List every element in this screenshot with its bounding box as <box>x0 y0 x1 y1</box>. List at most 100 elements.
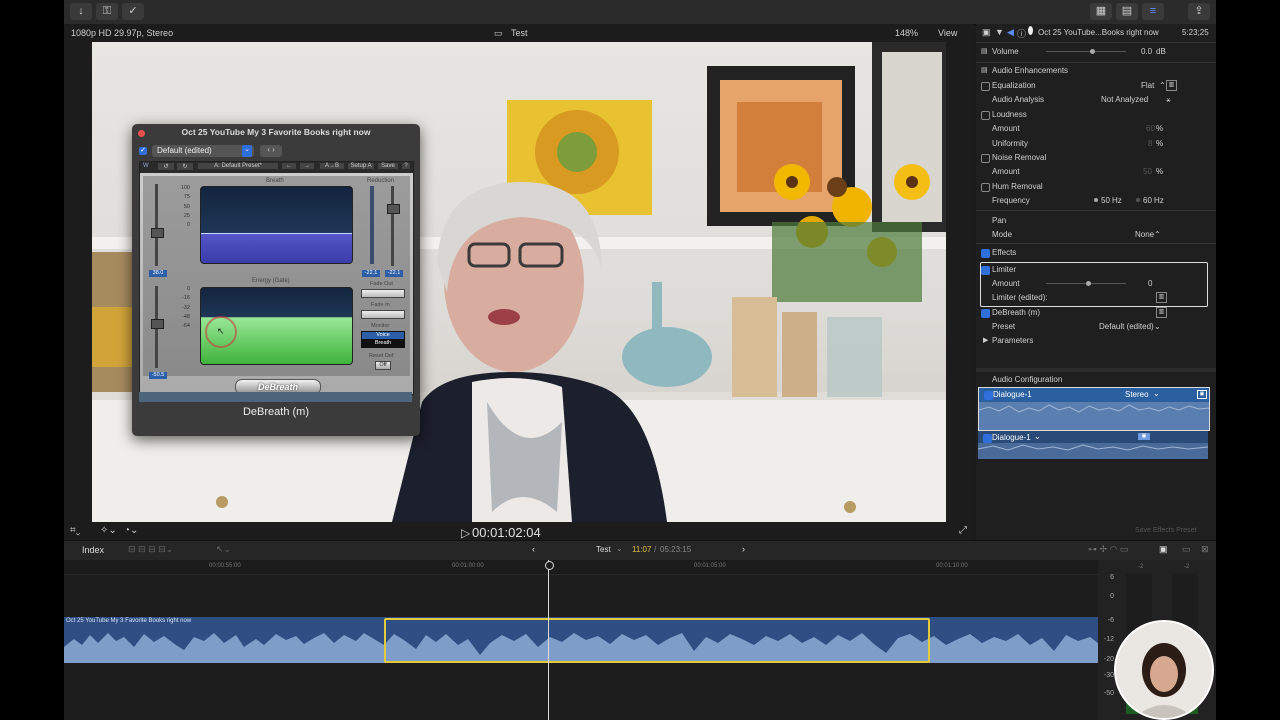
limiter-amount-value[interactable]: 0 <box>1148 279 1152 288</box>
effects-browser-icon[interactable]: ▭ <box>1182 544 1191 555</box>
effects-checkbox[interactable] <box>981 249 990 258</box>
parameters-row[interactable]: ▶ Parameters <box>976 334 1216 348</box>
ruler-tick: 00:00:55:00 <box>209 563 241 569</box>
select-tool-icon[interactable]: ↖⌄ <box>216 544 231 555</box>
forward-arrow-icon[interactable]: › <box>742 544 745 554</box>
keywords-icon[interactable]: ⚿ <box>96 3 118 20</box>
clip-appearance-icon[interactable]: ▣ <box>1159 544 1168 555</box>
playhead[interactable] <box>548 560 549 720</box>
timeline-toggle-icon[interactable]: ▤ <box>1116 3 1138 20</box>
volume-slider[interactable] <box>1046 51 1126 52</box>
speed-icon[interactable]: ◔⌄ <box>124 525 138 536</box>
breath-fader-value[interactable]: 38.0 <box>149 270 167 277</box>
redo-icon[interactable]: ↻ <box>177 163 193 170</box>
fade-out-control[interactable] <box>361 289 405 298</box>
amount-label: Amount <box>992 167 1020 176</box>
scale-tick: 0 <box>186 286 190 292</box>
inspector-toggle-icon[interactable]: ≡ <box>1142 3 1164 20</box>
share-icon[interactable]: ⇪ <box>1188 3 1210 20</box>
transform-tool-icon[interactable]: ⌗⌄ <box>70 525 80 536</box>
scale-tick: -48 <box>182 313 190 320</box>
play-icon[interactable]: ▷ <box>461 526 470 540</box>
preset-popup[interactable]: Default (edited) ⌄ <box>152 145 254 157</box>
volume-value[interactable]: 0.0 <box>1141 47 1152 56</box>
background-tasks-icon[interactable]: ✓ <box>122 3 144 20</box>
freq-50-radio[interactable] <box>1094 198 1098 202</box>
equalization-checkbox[interactable] <box>981 82 990 91</box>
breath-fader-handle[interactable] <box>151 228 164 238</box>
timeline-project-name[interactable]: Test <box>596 545 611 554</box>
a-to-b-button[interactable]: A→B <box>320 163 344 169</box>
loudness-checkbox[interactable] <box>981 111 990 120</box>
video-inspector-icon[interactable]: ▣ <box>982 27 991 38</box>
debreath-editor-icon[interactable]: ▥ <box>1156 307 1167 318</box>
transitions-browser-icon[interactable]: ⊠ <box>1201 544 1209 555</box>
dialogue-2-checkbox[interactable] <box>983 434 992 443</box>
arrow-left-icon[interactable]: ← <box>282 163 296 169</box>
noise-removal-checkbox[interactable] <box>981 154 990 163</box>
reset-off-button[interactable]: Off <box>375 361 391 370</box>
stereo-menu[interactable]: Stereo <box>1125 390 1149 399</box>
reduction-fader-handle[interactable] <box>387 204 400 214</box>
pan-mode-value[interactable]: None <box>1135 230 1154 239</box>
eq-graph-icon[interactable]: ▥ <box>1166 80 1177 91</box>
playhead-handle[interactable] <box>545 561 554 570</box>
import-icon[interactable]: ↓ <box>70 3 92 20</box>
preset-value[interactable]: Default (edited) <box>1099 322 1154 331</box>
freq-50-value[interactable]: 50 <box>1101 196 1110 205</box>
fade-in-control[interactable] <box>361 310 405 319</box>
enable-checkbox[interactable]: ✓ <box>139 147 147 155</box>
volume-slider-knob[interactable] <box>1090 49 1095 54</box>
waves-preset-display[interactable]: A: Default Preset* <box>198 163 278 169</box>
timeline-ruler[interactable]: 00:00:55:00 00:01:00:00 00:01:05:00 00:0… <box>64 560 1098 575</box>
meter-tick: -12 <box>1103 636 1114 643</box>
equalization-value[interactable]: Flat <box>1141 81 1154 90</box>
hum-removal-checkbox[interactable] <box>981 183 990 192</box>
clip-selection-range[interactable] <box>384 618 930 663</box>
magic-wand-icon[interactable]: ⚹ <box>1166 95 1171 105</box>
expand-icon[interactable]: ▣ <box>1197 390 1207 399</box>
color-inspector-icon[interactable]: ▼ <box>995 27 1004 37</box>
loudness-amount-value[interactable]: 60 <box>1146 124 1155 133</box>
limiter-checkbox[interactable] <box>981 266 990 275</box>
uniformity-value[interactable]: 8 <box>1148 139 1152 148</box>
pan-mode-row: Mode None ⌃ <box>976 228 1216 242</box>
view-menu[interactable]: View <box>938 28 957 38</box>
energy-display[interactable]: ↖ <box>200 287 353 365</box>
limiter-editor-icon[interactable]: ▥ <box>1156 292 1167 303</box>
splitter[interactable] <box>976 368 1216 372</box>
save-effects-preset-button[interactable]: Save Effects Preset <box>1135 527 1196 534</box>
dialogue-1-checkbox[interactable] <box>984 391 993 400</box>
setup-a-button[interactable]: Setup A <box>348 163 374 169</box>
audio-inspector-icon[interactable]: ◀ <box>1007 27 1014 38</box>
preset-nav-arrows[interactable]: ‹ › <box>260 145 282 157</box>
audio-component-dialogue-1[interactable]: Dialogue-1 Stereo ⌄ ▣ <box>978 387 1210 431</box>
browser-toggle-icon[interactable]: ▦ <box>1090 3 1112 20</box>
fullscreen-icon[interactable]: ⤢ <box>959 525 967 536</box>
timeline-tools-icons[interactable]: ⊶ ✢ ◠ ▭ <box>1088 544 1128 555</box>
zoom-menu[interactable]: 148% <box>895 28 918 38</box>
timeline[interactable]: 00:00:55:00 00:01:00:00 00:01:05:00 00:0… <box>64 560 1098 720</box>
noise-amount-value[interactable]: 50 <box>1143 167 1152 176</box>
energy-fader-handle[interactable] <box>151 319 164 329</box>
index-button[interactable]: Index <box>82 545 104 555</box>
arrow-right-icon[interactable]: → <box>300 163 314 169</box>
help-icon[interactable]: ? <box>402 163 410 169</box>
divider <box>976 210 1216 211</box>
debreath-checkbox[interactable] <box>981 309 990 318</box>
back-arrow-icon[interactable]: ‹ <box>532 544 535 554</box>
edit-tools-icon[interactable]: ⊟ ⊟ ⊟ ⊟⌄ <box>128 544 173 555</box>
info-inspector-icon[interactable]: ⓘ <box>1017 27 1026 40</box>
save-button[interactable]: Save <box>378 163 398 169</box>
energy-fader-value[interactable]: -50.5 <box>149 372 167 379</box>
debreath-plugin-window[interactable]: Oct 25 YouTube My 3 Favorite Books right… <box>132 124 420 436</box>
freq-60-radio[interactable] <box>1136 198 1140 202</box>
monitor-breath-button[interactable]: Breath <box>361 339 405 348</box>
undo-icon[interactable]: ↺ <box>158 163 174 170</box>
freq-60-value[interactable]: 60 <box>1143 196 1152 205</box>
disclosure-triangle-icon[interactable]: ▶ <box>983 336 988 344</box>
limiter-slider-knob[interactable] <box>1086 281 1091 286</box>
chevron-down-icon: ⌄ <box>1154 322 1161 331</box>
enhance-icon[interactable]: ✧⌄ <box>100 525 117 536</box>
audio-component-dialogue-2[interactable]: Dialogue-1 ⌄ ▣ <box>978 431 1208 459</box>
